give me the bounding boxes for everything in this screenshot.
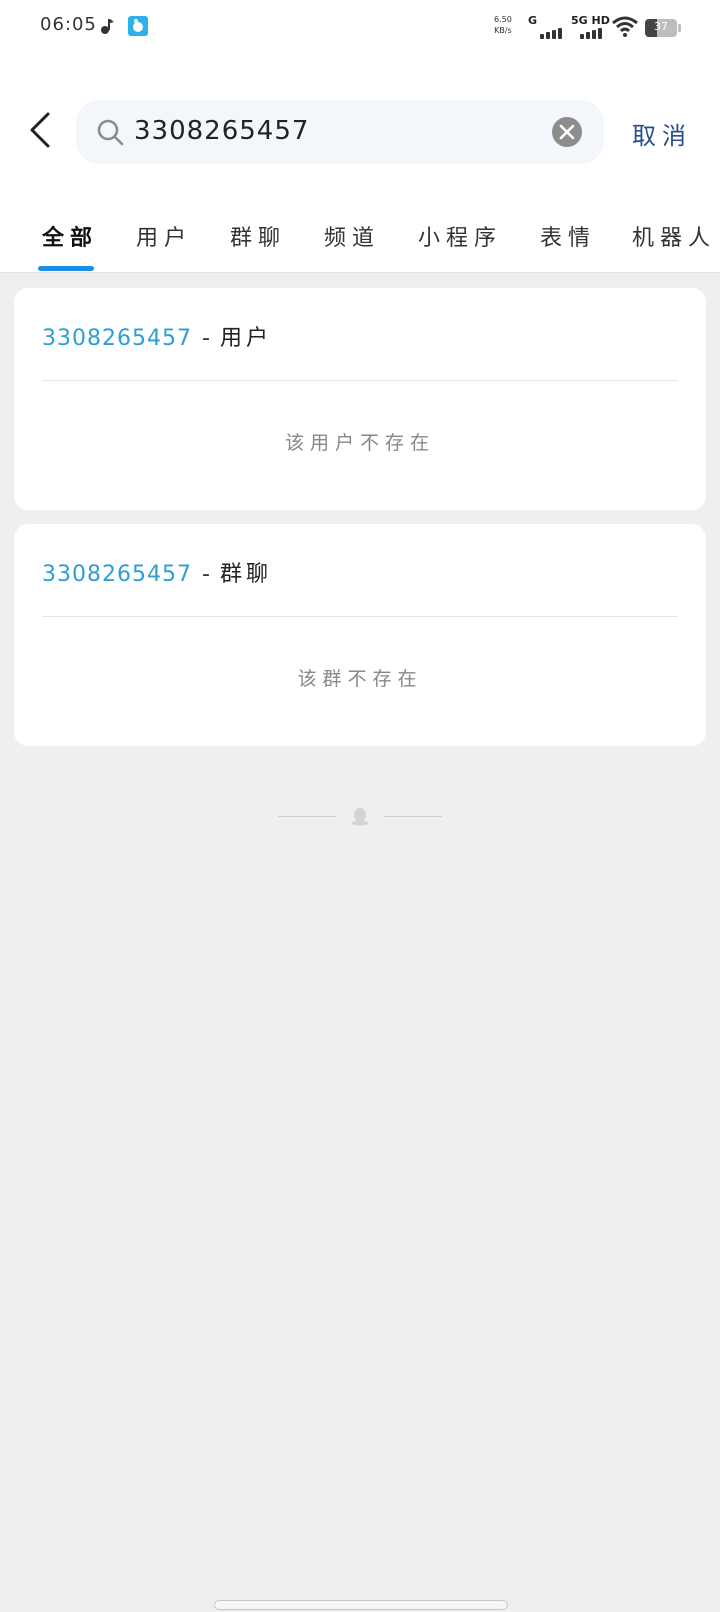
tab-groups[interactable]: 群聊 [230, 220, 286, 252]
search-header: 3308265457 取消 全部 用户 群聊 频道 小程序 表情 机器人 [0, 56, 720, 272]
penguin-icon [352, 808, 368, 826]
empty-message: 该群不存在 [297, 668, 423, 690]
home-indicator[interactable] [214, 1600, 508, 1610]
tab-bots[interactable]: 机器人 [632, 220, 716, 252]
search-query[interactable]: 3308265457 [134, 116, 309, 146]
search-input[interactable]: 3308265457 [76, 100, 604, 164]
tab-stickers[interactable]: 表情 [540, 220, 596, 252]
battery-icon: 37 [645, 19, 677, 37]
battery-level: 37 [654, 20, 668, 33]
app-notification-icon [128, 16, 148, 36]
result-card-title[interactable]: 3308265457- 群聊 [42, 556, 272, 588]
tab-users[interactable]: 用户 [136, 220, 192, 252]
tab-channels[interactable]: 频道 [324, 220, 380, 252]
wifi-icon [612, 16, 638, 37]
clear-icon [559, 124, 575, 140]
result-card-group: 3308265457- 群聊 该群不存在 [14, 524, 706, 746]
end-line-left [278, 816, 336, 817]
result-card-user: 3308265457- 用户 该用户不存在 [14, 288, 706, 510]
end-of-list-marker [278, 806, 442, 830]
result-separator: - [201, 326, 210, 351]
card-divider [42, 380, 678, 381]
active-tab-indicator [38, 266, 94, 271]
tab-mini-programs[interactable]: 小程序 [418, 220, 502, 252]
result-card-title[interactable]: 3308265457- 用户 [42, 320, 272, 352]
signal-1-bars-icon [540, 28, 562, 39]
battery-cap [678, 24, 681, 32]
net-speed-value: 6.50 [494, 15, 512, 24]
end-line-right [384, 816, 442, 817]
signal-2-label: 5G HD [571, 14, 610, 27]
header-divider [0, 272, 720, 273]
back-arrow-icon[interactable] [26, 110, 56, 150]
result-kind: 用户 [219, 326, 272, 351]
result-number: 3308265457 [42, 562, 192, 587]
card-divider [42, 616, 678, 617]
status-time: 06:05 [40, 14, 97, 35]
signal-1-label: G [528, 14, 538, 27]
cancel-button[interactable]: 取消 [632, 116, 692, 151]
clear-button[interactable] [552, 117, 582, 147]
net-speed-unit: KB/s [494, 26, 512, 35]
signal-2-bars-icon [580, 28, 602, 39]
empty-message: 该用户不存在 [284, 432, 435, 454]
result-number: 3308265457 [42, 326, 192, 351]
result-separator: - [201, 562, 210, 587]
music-note-icon [101, 19, 114, 34]
result-tabs: 全部 用户 群聊 频道 小程序 表情 机器人 [0, 206, 720, 272]
net-speed: 6.50 KB/s [494, 14, 512, 36]
search-icon [97, 119, 124, 146]
tab-all[interactable]: 全部 [42, 220, 98, 252]
status-bar: 06:05 6.50 KB/s G 5G HD 37 [0, 0, 720, 56]
result-kind: 群聊 [219, 562, 272, 587]
